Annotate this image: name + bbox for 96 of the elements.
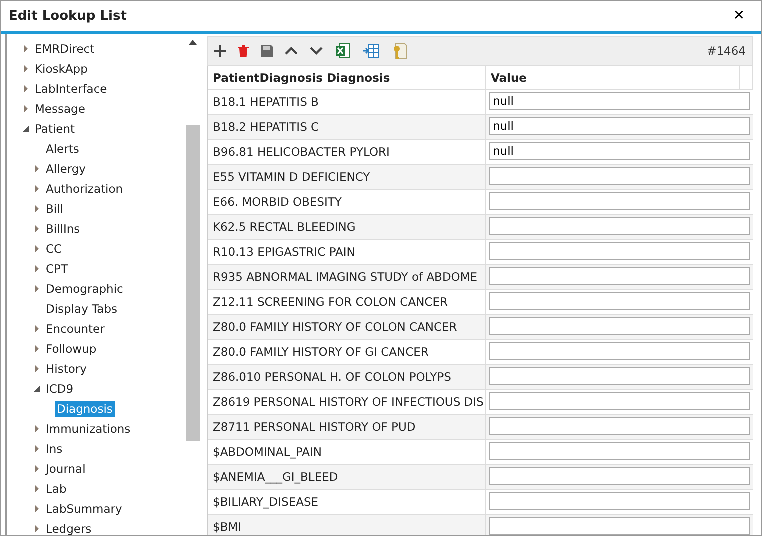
value-field[interactable] [489, 267, 750, 285]
value-field[interactable] [489, 292, 750, 310]
collapsed-arrow-icon[interactable] [33, 345, 41, 353]
tree-item[interactable]: Demographic [44, 281, 126, 297]
expanded-arrow-icon[interactable] [33, 385, 41, 393]
table-cell: Z86.010 PERSONAL H. OF COLON POLYPS [208, 365, 486, 389]
value-field[interactable] [489, 517, 750, 535]
table-cell: B18.1 HEPATITIS B [208, 90, 486, 114]
tree-item[interactable]: CPT [44, 261, 70, 277]
tree-item[interactable]: Patient [33, 121, 78, 137]
tree-item[interactable]: ICD9 [44, 381, 76, 397]
table-cell: Z80.0 FAMILY HISTORY OF COLON CANCER [208, 315, 486, 339]
move-up-icon[interactable] [285, 47, 298, 55]
collapsed-arrow-icon[interactable] [22, 85, 30, 93]
expanded-arrow-icon[interactable] [22, 125, 30, 133]
move-down-icon[interactable] [310, 47, 323, 55]
collapsed-arrow-icon[interactable] [33, 205, 41, 213]
collapsed-arrow-icon[interactable] [22, 105, 30, 113]
value-field[interactable] [489, 417, 750, 435]
value-field[interactable]: null [489, 142, 750, 160]
value-field[interactable] [489, 492, 750, 510]
scrollbar-thumb[interactable] [186, 125, 200, 441]
tree-item[interactable]: Diagnosis [55, 401, 115, 417]
collapsed-arrow-icon[interactable] [33, 245, 41, 253]
collapsed-arrow-icon[interactable] [33, 425, 41, 433]
collapsed-arrow-icon[interactable] [33, 185, 41, 193]
import-table-icon[interactable] [363, 44, 380, 58]
table-cell: R935 ABNORMAL IMAGING STUDY of ABDOME [208, 265, 486, 289]
tree-item[interactable]: Alerts [44, 141, 82, 157]
table-cell: Z80.0 FAMILY HISTORY OF GI CANCER [208, 340, 486, 364]
tree-item[interactable]: Message [33, 101, 88, 117]
value-field[interactable] [489, 167, 750, 185]
tree-item[interactable]: LabInterface [33, 81, 110, 97]
tree-item[interactable]: Allergy [44, 161, 88, 177]
column-header[interactable]: PatientDiagnosis Diagnosis [208, 66, 486, 89]
value-field[interactable] [489, 342, 750, 360]
table-cell: Z12.11 SCREENING FOR COLON CANCER [208, 290, 486, 314]
tree-item[interactable]: Followup [44, 341, 99, 357]
value-field[interactable] [489, 242, 750, 260]
tree-item[interactable]: Bill [44, 201, 66, 217]
spreadsheet-icon[interactable] [335, 43, 351, 59]
collapsed-arrow-icon[interactable] [22, 65, 30, 73]
window-title: Edit Lookup List [9, 8, 127, 24]
table-cell: B96.81 HELICOBACTER PYLORI [208, 140, 486, 164]
value-field[interactable] [489, 217, 750, 235]
table-cell: $BILIARY_DISEASE [208, 490, 486, 514]
tree-item[interactable]: History [44, 361, 89, 377]
table-cell: K62.5 RECTAL BLEEDING [208, 215, 486, 239]
table-cell: $ANEMIA___GI_BLEED [208, 465, 486, 489]
table-cell: E66. MORBID OBESITY [208, 190, 486, 214]
collapsed-arrow-icon[interactable] [33, 365, 41, 373]
value-field[interactable]: null [489, 92, 750, 110]
scroll-up-icon[interactable] [189, 40, 197, 45]
save-icon[interactable] [261, 45, 273, 57]
tree-item[interactable]: Ins [44, 441, 65, 457]
tree-item[interactable]: Display Tabs [44, 301, 120, 317]
collapsed-arrow-icon[interactable] [33, 525, 41, 533]
table-cell: Z8711 PERSONAL HISTORY OF PUD [208, 415, 486, 439]
tree-item[interactable]: Encounter [44, 321, 107, 337]
tree-item[interactable]: BillIns [44, 221, 82, 237]
collapsed-arrow-icon[interactable] [22, 45, 30, 53]
tree-item[interactable]: EMRDirect [33, 41, 97, 57]
tree-item[interactable]: Immunizations [44, 421, 133, 437]
value-field[interactable] [489, 467, 750, 485]
column-header[interactable]: Value [486, 66, 740, 89]
table-cell: E55 VITAMIN D DEFICIENCY [208, 165, 486, 189]
tree-item[interactable]: CC [44, 241, 64, 257]
tree-item[interactable]: KioskApp [33, 61, 90, 77]
table-cell: Z8619 PERSONAL HISTORY OF INFECTIOUS DIS [208, 390, 486, 414]
tree-item[interactable]: Lab [44, 481, 69, 497]
collapsed-arrow-icon[interactable] [33, 165, 41, 173]
tree-item[interactable]: Authorization [44, 181, 126, 197]
table-cell: $ABDOMINAL_PAIN [208, 440, 486, 464]
collapsed-arrow-icon[interactable] [33, 445, 41, 453]
table-cell: B18.2 HEPATITIS C [208, 115, 486, 139]
value-field[interactable]: null [489, 117, 750, 135]
collapsed-arrow-icon[interactable] [33, 505, 41, 513]
value-field[interactable] [489, 442, 750, 460]
trash-icon[interactable] [238, 45, 249, 57]
value-field[interactable] [489, 367, 750, 385]
table-cell: $BMI [208, 515, 486, 535]
value-field[interactable] [489, 192, 750, 210]
table-cell: R10.13 EPIGASTRIC PAIN [208, 240, 486, 264]
value-field[interactable] [489, 392, 750, 410]
collapsed-arrow-icon[interactable] [33, 485, 41, 493]
collapsed-arrow-icon[interactable] [33, 325, 41, 333]
add-icon[interactable] [214, 45, 226, 57]
collapsed-arrow-icon[interactable] [33, 225, 41, 233]
record-count: #1464 [707, 44, 746, 58]
value-field[interactable] [489, 317, 750, 335]
collapsed-arrow-icon[interactable] [33, 465, 41, 473]
tree-item[interactable]: LabSummary [44, 501, 124, 517]
collapsed-arrow-icon[interactable] [33, 285, 41, 293]
close-button[interactable]: ✕ [725, 8, 753, 24]
collapsed-arrow-icon[interactable] [33, 265, 41, 273]
tree-item[interactable]: Journal [44, 461, 88, 477]
